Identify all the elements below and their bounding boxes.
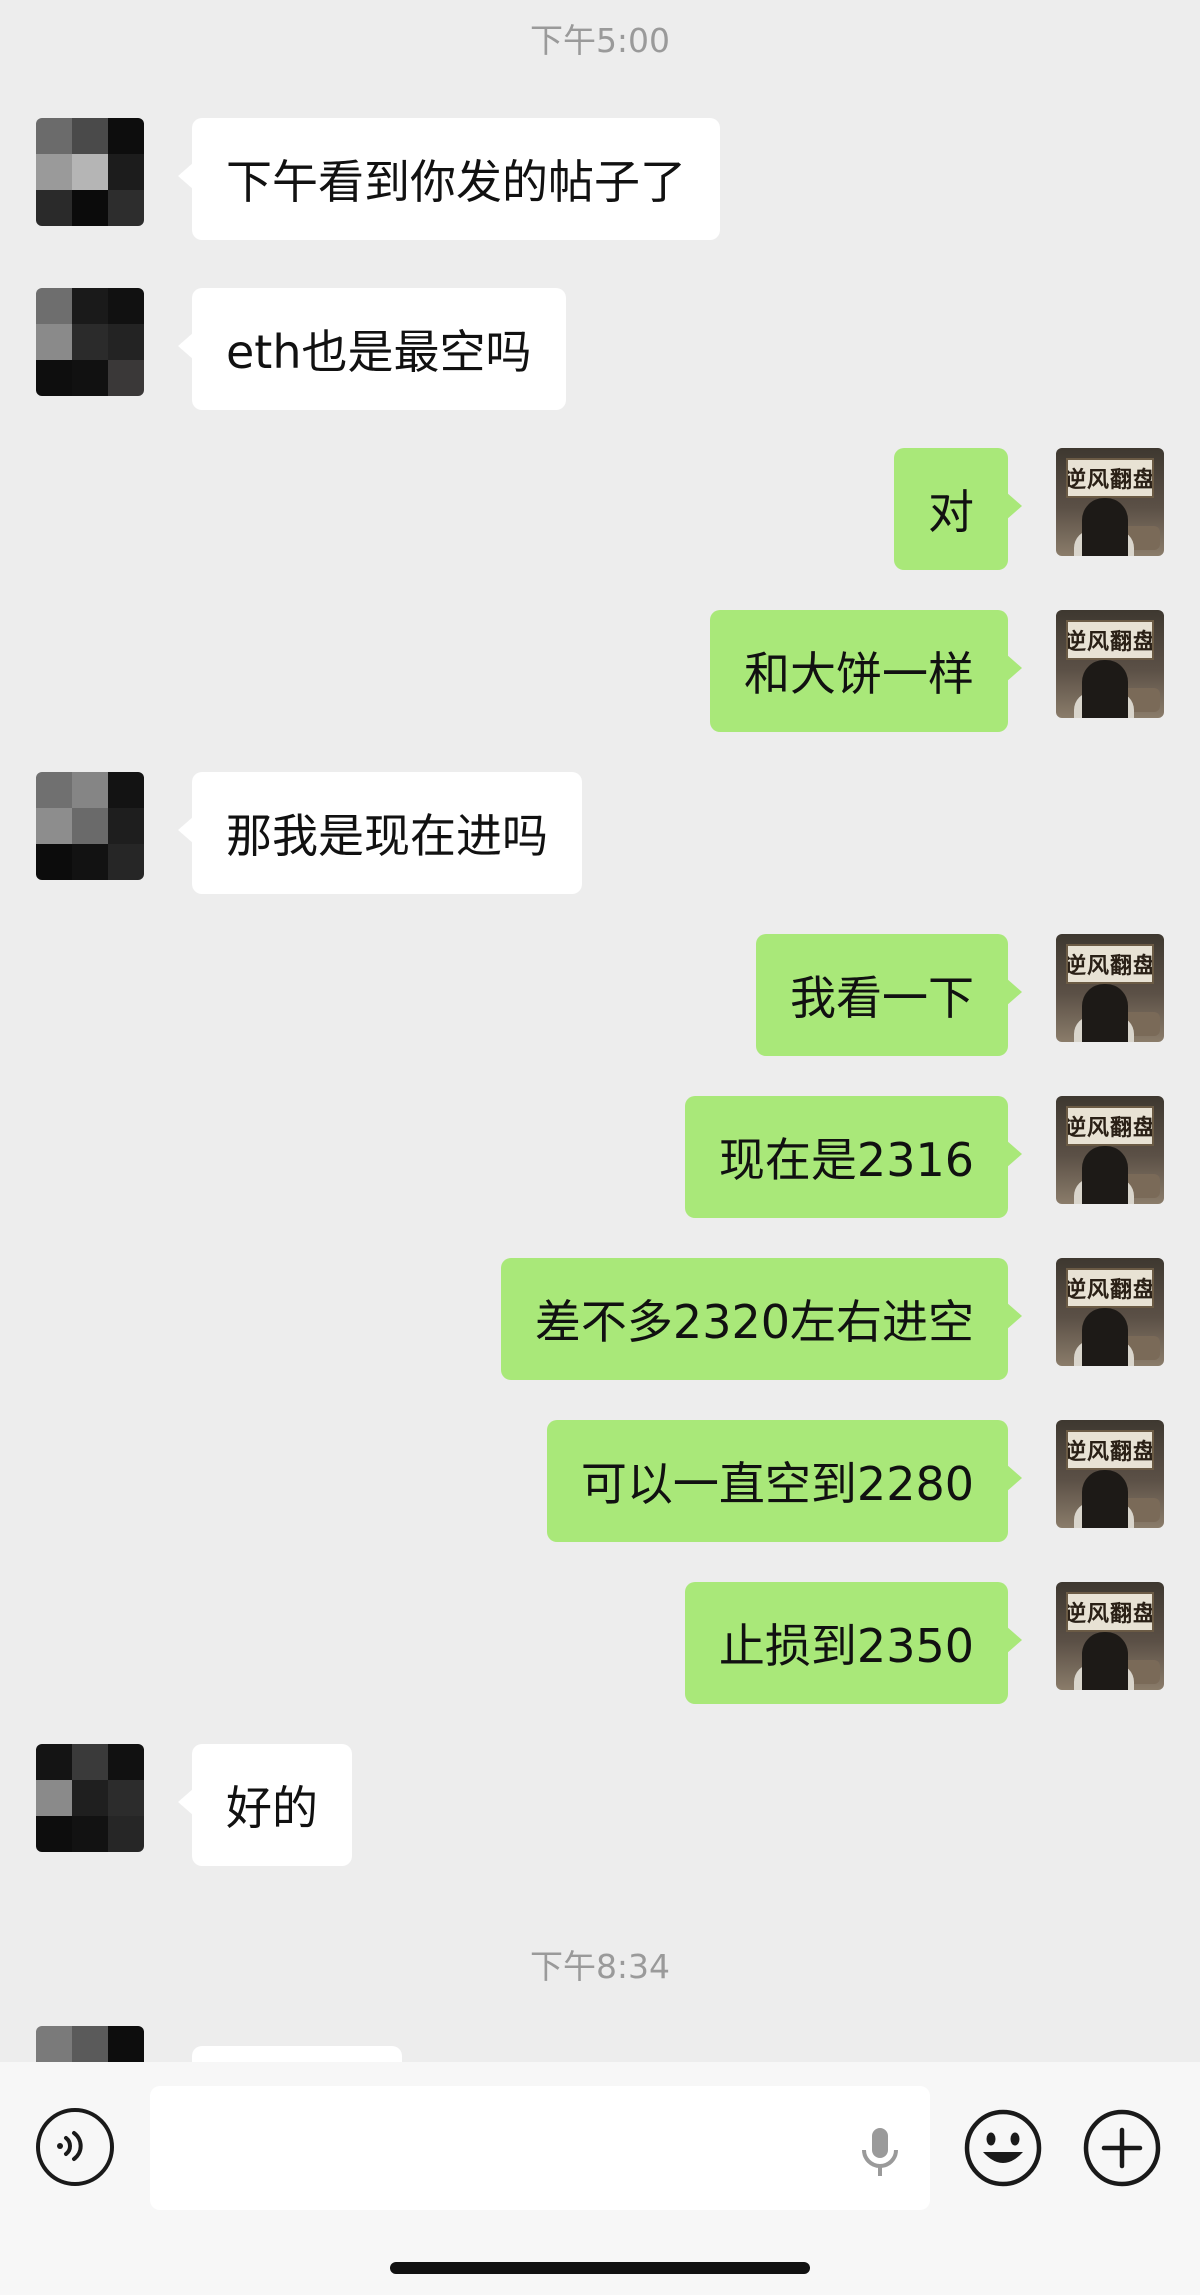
message-bubble[interactable]: 止损到2350: [684, 1582, 1023, 1704]
message-bubble[interactable]: 下午看到你发的帖子了: [178, 118, 720, 240]
self-avatar[interactable]: 逆风翻盘: [1056, 448, 1164, 556]
plus-icon[interactable]: [1082, 2108, 1162, 2188]
message-bubble[interactable]: 可以一直空到2280: [546, 1420, 1023, 1542]
chat-input-bar: [0, 2062, 1200, 2295]
avatar-banner: 逆风翻盘: [1066, 1106, 1154, 1146]
timestamp: 下午5:00: [529, 21, 671, 60]
contact-avatar[interactable]: [36, 288, 144, 396]
contact-avatar[interactable]: [36, 2026, 144, 2062]
avatar-banner: 逆风翻盘: [1066, 620, 1154, 660]
avatar-banner: 逆风翻盘: [1066, 1592, 1154, 1632]
home-indicator[interactable]: [390, 2262, 810, 2274]
microphone-icon[interactable]: [856, 2124, 904, 2180]
avatar-banner: 逆风翻盘: [1066, 944, 1154, 984]
message-input[interactable]: [150, 2086, 930, 2210]
self-avatar[interactable]: 逆风翻盘: [1056, 1582, 1164, 1690]
message-text: 好的: [226, 1781, 318, 1835]
timestamp: 下午8:34: [529, 1947, 671, 1986]
message-bubble[interactable]: 现在是2316: [684, 1096, 1023, 1218]
avatar-banner: 逆风翻盘: [1066, 458, 1154, 498]
self-avatar[interactable]: 逆风翻盘: [1056, 1420, 1164, 1528]
contact-avatar[interactable]: [36, 772, 144, 880]
avatar-banner: 逆风翻盘: [1066, 1430, 1154, 1470]
message-text: 我看一下: [790, 971, 974, 1025]
message-text: 止损到2350: [718, 1619, 974, 1673]
message-text: 差不多2320左右进空: [534, 1295, 974, 1349]
voice-icon[interactable]: [36, 2108, 114, 2186]
message-text: 对: [928, 485, 974, 539]
message-text: 和大饼一样: [744, 647, 974, 701]
message-bubble[interactable]: 好的: [178, 1744, 352, 1866]
contact-avatar[interactable]: [36, 1744, 144, 1852]
avatar-banner: 逆风翻盘: [1066, 1268, 1154, 1308]
self-avatar[interactable]: 逆风翻盘: [1056, 610, 1164, 718]
message-bubble[interactable]: 我看一下: [756, 934, 1022, 1056]
message-bubble[interactable]: eth也是最空吗: [178, 288, 566, 410]
message-bubble[interactable]: 那我是现在进吗: [178, 772, 582, 894]
message-text: 可以一直空到2280: [580, 1457, 974, 1511]
message-bubble[interactable]: 和大饼一样: [710, 610, 1022, 732]
message-bubble-partial: [192, 2046, 402, 2062]
message-bubble[interactable]: 对: [894, 448, 1022, 570]
self-avatar[interactable]: 逆风翻盘: [1056, 1096, 1164, 1204]
message-text: 下午看到你发的帖子了: [226, 155, 686, 209]
message-text: 现在是2316: [718, 1133, 974, 1187]
message-text: 那我是现在进吗: [226, 809, 548, 863]
self-avatar[interactable]: 逆风翻盘: [1056, 1258, 1164, 1366]
message-text: eth也是最空吗: [226, 325, 532, 379]
message-bubble[interactable]: 差不多2320左右进空: [500, 1258, 1023, 1380]
contact-avatar[interactable]: [36, 118, 144, 226]
self-avatar[interactable]: 逆风翻盘: [1056, 934, 1164, 1042]
emoji-icon[interactable]: [963, 2108, 1043, 2188]
